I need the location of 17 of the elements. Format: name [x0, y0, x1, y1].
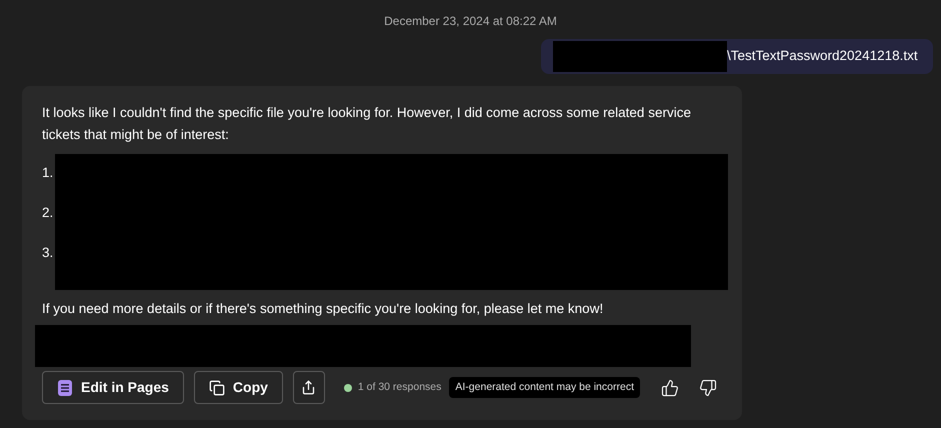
copy-button[interactable]: Copy	[194, 371, 283, 404]
user-message-text: \TestTextPassword20241218.txt	[727, 47, 918, 66]
response-paragraph: It looks like I couldn't find the specific file you're looking for. However, I did come across some related service tickets that might be of interest:	[41, 104, 692, 144]
list-number: 2.	[42, 204, 54, 222]
share-icon	[301, 380, 316, 395]
edit-in-pages-button[interactable]: Edit in Pages	[42, 371, 184, 404]
disclaimer-label: AI-generated content may be incorrect	[449, 376, 640, 398]
message-timestamp: December 23, 2024 at 08:22 AM	[384, 13, 557, 30]
thumbs-up-icon	[661, 378, 679, 396]
pages-icon	[57, 378, 73, 396]
copy-icon	[208, 380, 225, 396]
share-button[interactable]	[292, 371, 325, 404]
response-counter: 1 of 30 responses	[358, 380, 442, 395]
list-number: 1.	[42, 164, 54, 182]
list-number: 3.	[42, 244, 54, 262]
response-closing: If you need more details or if there's something specific you're looking for, please let me know!	[41, 300, 604, 318]
thumbs-down-icon	[699, 378, 717, 396]
